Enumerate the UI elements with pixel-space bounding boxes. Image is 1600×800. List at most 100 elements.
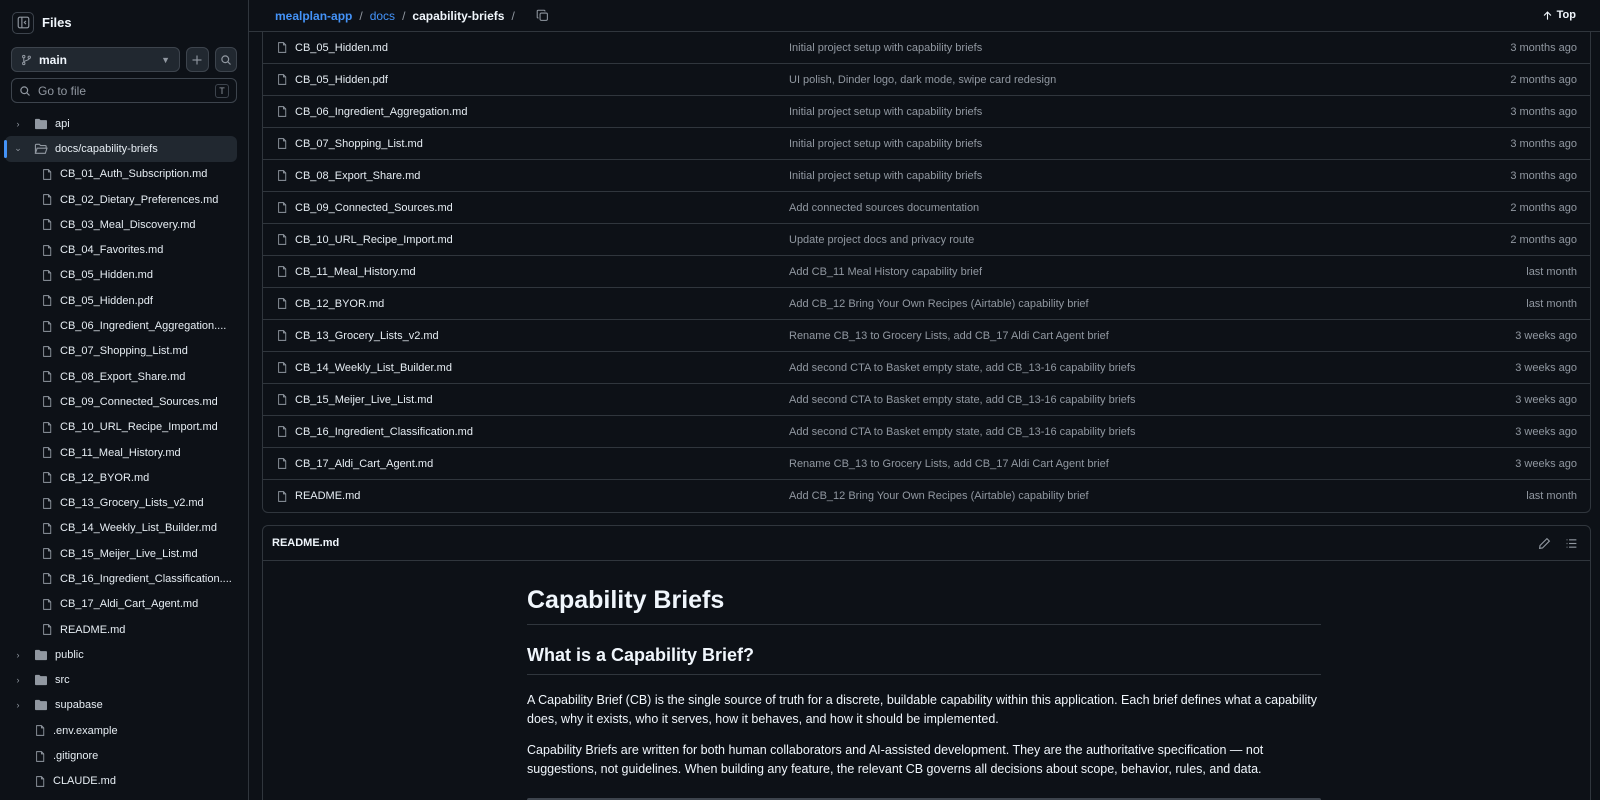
breadcrumb-docs-link[interactable]: docs	[370, 9, 395, 23]
commit-message-link[interactable]: Add second CTA to Basket empty state, ad…	[789, 426, 1389, 438]
tree-folder[interactable]: › supabase	[5, 693, 237, 718]
commit-message-link[interactable]: UI polish, Dinder logo, dark mode, swipe…	[789, 74, 1389, 86]
folder-icon	[34, 118, 48, 130]
file-icon	[41, 598, 53, 611]
chevron-right-icon[interactable]: ›	[12, 675, 24, 685]
tree-file[interactable]: CB_07_Shopping_List.md	[5, 339, 237, 364]
arrow-up-icon	[1542, 10, 1553, 21]
table-row: CB_06_Ingredient_Aggregation.md Initial p…	[263, 96, 1590, 128]
tree-item-label: CB_13_Grocery_Lists_v2.md	[60, 497, 204, 510]
tree-item-label: CB_16_Ingredient_Classification....	[60, 572, 232, 585]
file-icon	[41, 395, 53, 408]
tree-folder[interactable]: › src	[5, 668, 237, 693]
tree-file[interactable]: README.md	[5, 617, 237, 642]
readme-heading: Capability Briefs	[527, 586, 1321, 625]
table-row: CB_09_Connected_Sources.md Add connected …	[263, 192, 1590, 224]
tree-file[interactable]: CLAUDE.md	[5, 769, 237, 794]
tree-item-label: api	[55, 117, 70, 130]
branch-selector[interactable]: main ▼	[11, 47, 180, 72]
chevron-down-icon: ▼	[161, 54, 170, 65]
tree-file[interactable]: CB_05_Hidden.md	[5, 263, 237, 288]
top-button[interactable]: Top	[1542, 9, 1576, 21]
collapse-sidebar-icon[interactable]	[12, 11, 34, 34]
breadcrumb-repo-link[interactable]: mealplan-app	[275, 9, 352, 23]
chevron-down-icon[interactable]: ⌄	[12, 143, 24, 154]
tree-file[interactable]: CB_03_Meal_Discovery.md	[5, 212, 237, 237]
file-name-link[interactable]: CB_08_Export_Share.md	[295, 170, 789, 182]
tree-file[interactable]: CB_15_Meijer_Live_List.md	[5, 541, 237, 566]
tree-file[interactable]: CB_04_Favorites.md	[5, 237, 237, 262]
chevron-right-icon[interactable]: ›	[12, 119, 24, 129]
tree-folder[interactable]: ⌄ docs/capability-briefs	[4, 136, 237, 162]
tree-file[interactable]: CB_17_Aldi_Cart_Agent.md	[5, 592, 237, 617]
file-tree-sidebar: Files main ▼ Go to file T › api ⌄ docs/c…	[0, 0, 249, 800]
tree-file[interactable]: CB_16_Ingredient_Classification....	[5, 566, 237, 591]
edit-pencil-icon[interactable]	[1538, 537, 1551, 550]
main-content: mealplan-app / docs / capability-briefs …	[249, 0, 1600, 800]
file-icon	[276, 233, 288, 246]
commit-message-link[interactable]: Rename CB_13 to Grocery Lists, add CB_17…	[789, 330, 1389, 342]
tree-folder[interactable]: › api	[5, 111, 237, 136]
tree-file[interactable]: CB_08_Export_Share.md	[5, 364, 237, 389]
tree-file[interactable]: CB_12_BYOR.md	[5, 465, 237, 490]
file-name-link[interactable]: CB_15_Meijer_Live_List.md	[295, 394, 789, 406]
tree-file[interactable]: CB_11_Meal_History.md	[5, 440, 237, 465]
file-name-link[interactable]: CB_07_Shopping_List.md	[295, 138, 789, 150]
copy-path-icon[interactable]	[536, 9, 549, 22]
go-to-file-input[interactable]: Go to file T	[11, 78, 237, 103]
outline-list-icon[interactable]	[1565, 537, 1578, 550]
file-icon	[276, 393, 288, 406]
commit-message-link[interactable]: Add CB_12 Bring Your Own Recipes (Airtab…	[789, 490, 1389, 502]
file-name-link[interactable]: CB_17_Aldi_Cart_Agent.md	[295, 458, 789, 470]
commit-message-link[interactable]: Initial project setup with capability br…	[789, 106, 1389, 118]
tree-item-label: CB_15_Meijer_Live_List.md	[60, 547, 198, 560]
commit-message-link[interactable]: Add connected sources documentation	[789, 202, 1389, 214]
tree-file[interactable]: CB_02_Dietary_Preferences.md	[5, 187, 237, 212]
folder-icon	[34, 674, 48, 686]
commit-message-link[interactable]: Update project docs and privacy route	[789, 234, 1389, 246]
commit-message-link[interactable]: Add CB_12 Bring Your Own Recipes (Airtab…	[789, 298, 1389, 310]
file-name-link[interactable]: CB_05_Hidden.md	[295, 42, 789, 54]
file-name-link[interactable]: CB_05_Hidden.pdf	[295, 74, 789, 86]
commit-message-link[interactable]: Initial project setup with capability br…	[789, 42, 1389, 54]
commit-message-link[interactable]: Add CB_11 Meal History capability brief	[789, 266, 1389, 278]
tree-item-label: CB_01_Auth_Subscription.md	[60, 168, 208, 181]
file-name-link[interactable]: CB_14_Weekly_List_Builder.md	[295, 362, 789, 374]
tree-file[interactable]: CB_05_Hidden.pdf	[5, 288, 237, 313]
tree-file[interactable]: CB_06_Ingredient_Aggregation....	[5, 313, 237, 338]
commit-message-link[interactable]: Initial project setup with capability br…	[789, 170, 1389, 182]
file-name-link[interactable]: CB_11_Meal_History.md	[295, 266, 789, 278]
file-name-link[interactable]: CB_06_Ingredient_Aggregation.md	[295, 106, 789, 118]
chevron-right-icon[interactable]: ›	[12, 650, 24, 660]
file-name-link[interactable]: CB_13_Grocery_Lists_v2.md	[295, 330, 789, 342]
tree-item-label: CB_05_Hidden.pdf	[60, 294, 153, 307]
table-row: CB_12_BYOR.md Add CB_12 Bring Your Own Re…	[263, 288, 1590, 320]
file-name-link[interactable]: CB_12_BYOR.md	[295, 298, 789, 310]
commit-message-link[interactable]: Add second CTA to Basket empty state, ad…	[789, 362, 1389, 374]
file-icon	[41, 294, 53, 307]
commit-message-link[interactable]: Add second CTA to Basket empty state, ad…	[789, 394, 1389, 406]
tree-file[interactable]: .gitignore	[5, 743, 237, 768]
tree-file[interactable]: CB_14_Weekly_List_Builder.md	[5, 516, 237, 541]
commit-message-link[interactable]: Initial project setup with capability br…	[789, 138, 1389, 150]
tree-file[interactable]: CB_13_Grocery_Lists_v2.md	[5, 490, 237, 515]
file-name-link[interactable]: CB_09_Connected_Sources.md	[295, 202, 789, 214]
tree-folder[interactable]: › public	[5, 642, 237, 667]
file-name-link[interactable]: CB_10_URL_Recipe_Import.md	[295, 234, 789, 246]
tree-file[interactable]: CB_10_URL_Recipe_Import.md	[5, 415, 237, 440]
file-icon	[41, 497, 53, 510]
table-row: CB_13_Grocery_Lists_v2.md Rename CB_13 to…	[263, 320, 1590, 352]
tree-file[interactable]: .env.example	[5, 718, 237, 743]
search-button[interactable]	[214, 47, 237, 72]
commit-message-link[interactable]: Rename CB_13 to Grocery Lists, add CB_17…	[789, 458, 1389, 470]
tree-file[interactable]: CB_01_Auth_Subscription.md	[5, 162, 237, 187]
table-row: CB_17_Aldi_Cart_Agent.md Rename CB_13 to …	[263, 448, 1590, 480]
chevron-right-icon[interactable]: ›	[12, 700, 24, 710]
commit-age: 2 months ago	[1510, 233, 1577, 246]
tree-file[interactable]: CB_09_Connected_Sources.md	[5, 389, 237, 414]
file-name-link[interactable]: CB_16_Ingredient_Classification.md	[295, 426, 789, 438]
commit-age: 3 weeks ago	[1515, 393, 1577, 406]
file-icon	[276, 329, 288, 342]
add-file-button[interactable]	[186, 47, 209, 72]
file-name-link[interactable]: README.md	[295, 490, 789, 502]
